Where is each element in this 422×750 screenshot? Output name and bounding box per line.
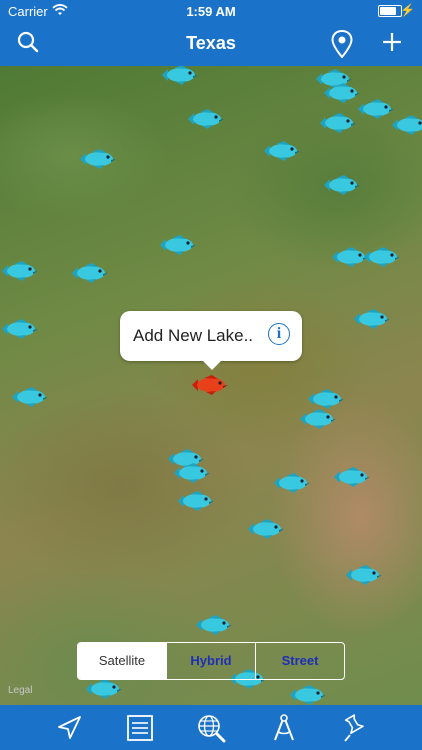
lake-marker-icon[interactable]	[298, 408, 338, 430]
add-button[interactable]	[378, 30, 406, 58]
lake-marker-icon[interactable]	[306, 388, 346, 410]
lake-marker-icon[interactable]	[186, 108, 226, 130]
lake-marker-icon[interactable]	[288, 684, 328, 705]
segment-street[interactable]: Street	[255, 643, 344, 679]
navigation-bar: Texas	[0, 22, 422, 66]
status-time: 1:59 AM	[186, 4, 236, 19]
lake-marker-icon[interactable]	[84, 678, 124, 700]
callout-text: Add New Lake..	[133, 326, 254, 345]
segment-hybrid[interactable]: Hybrid	[166, 643, 255, 679]
lake-marker-icon[interactable]	[10, 386, 50, 408]
lake-marker-icon[interactable]	[0, 318, 40, 340]
lake-marker-icon[interactable]	[246, 518, 286, 540]
map-type-selector: Satellite Hybrid Street	[77, 642, 345, 680]
lake-marker-icon[interactable]	[172, 462, 212, 484]
lake-marker-icon[interactable]	[344, 564, 384, 586]
lake-marker-icon[interactable]	[390, 114, 422, 136]
segment-satellite[interactable]: Satellite	[78, 643, 166, 679]
lake-marker-icon[interactable]	[0, 260, 40, 282]
lake-marker-icon[interactable]	[362, 246, 402, 268]
add-lake-callout[interactable]: Add New Lake.. i	[120, 311, 302, 370]
lake-marker-icon[interactable]	[262, 140, 302, 162]
navigation-arrow-icon[interactable]	[54, 713, 84, 743]
battery-icon	[378, 5, 402, 17]
info-icon[interactable]: i	[268, 323, 290, 345]
lake-marker-icon[interactable]	[322, 174, 362, 196]
lake-marker-icon[interactable]	[352, 308, 392, 330]
lake-marker-icon[interactable]	[194, 614, 234, 636]
status-bar: Carrier 1:59 AM ⚡	[0, 0, 422, 22]
page-title: Texas	[186, 33, 236, 53]
lake-marker-icon[interactable]	[160, 66, 200, 86]
lake-marker-icon[interactable]	[78, 148, 118, 170]
globe-search-icon[interactable]	[196, 713, 226, 743]
lake-marker-icon[interactable]	[158, 234, 198, 256]
new-lake-marker-icon[interactable]	[190, 374, 230, 396]
lake-marker-icon[interactable]	[332, 466, 372, 488]
lake-marker-icon[interactable]	[70, 262, 110, 284]
list-icon[interactable]	[125, 713, 155, 743]
legal-link[interactable]: Legal	[8, 685, 32, 696]
lake-marker-icon[interactable]	[318, 112, 358, 134]
map-view[interactable]: Add New Lake.. i	[0, 66, 422, 705]
tab-bar	[0, 705, 422, 750]
pushpin-icon[interactable]	[340, 713, 370, 743]
compass-tool-icon[interactable]	[269, 713, 299, 743]
lake-marker-icon[interactable]	[272, 472, 312, 494]
location-pin-icon[interactable]	[328, 29, 356, 59]
charging-icon: ⚡	[400, 3, 415, 17]
lake-marker-icon[interactable]	[176, 490, 216, 512]
